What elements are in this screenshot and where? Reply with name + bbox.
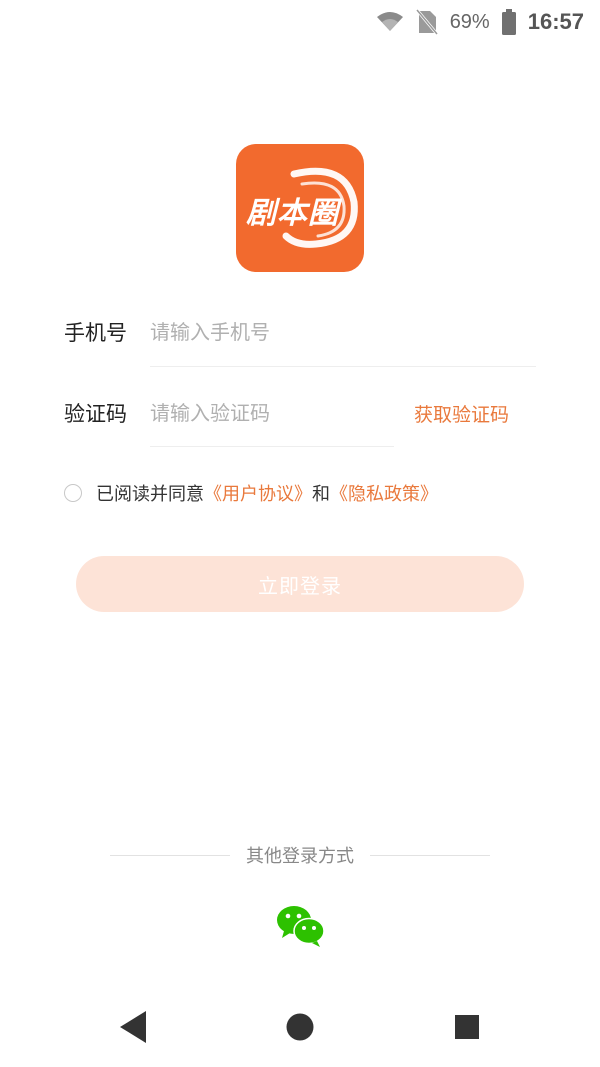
code-input[interactable] xyxy=(150,401,390,425)
agreement-checkbox[interactable] xyxy=(64,484,82,502)
code-divider xyxy=(150,446,394,447)
battery-percentage: 69% xyxy=(449,10,490,33)
status-time: 16:57 xyxy=(527,9,584,34)
wechat-icon xyxy=(277,906,325,947)
privacy-policy-link[interactable]: 《隐私政策》 xyxy=(330,480,438,506)
get-code-button[interactable]: 获取验证码 xyxy=(414,400,509,427)
agreement-prefix: 已阅读并同意 xyxy=(96,484,204,505)
recents-icon[interactable] xyxy=(454,1014,480,1044)
user-agreement-link[interactable]: 《用户协议》 xyxy=(204,480,312,506)
app-logo: 剧本圈 xyxy=(236,144,364,272)
code-row: 验证码 xyxy=(64,393,390,433)
phone-row: 手机号 xyxy=(64,312,520,352)
wifi-icon xyxy=(376,11,404,33)
phone-label: 手机号 xyxy=(64,321,127,345)
other-login-divider: 其他登录方式 xyxy=(110,842,490,868)
agreement-conjunction: 和 xyxy=(312,484,330,505)
phone-input[interactable] xyxy=(150,320,520,344)
divider-line-right xyxy=(370,854,490,856)
battery-icon xyxy=(501,9,516,35)
back-icon[interactable] xyxy=(118,1010,148,1048)
other-login-title: 其他登录方式 xyxy=(246,846,354,867)
status-bar: 69% 16:57 xyxy=(0,0,600,44)
no-sim-icon xyxy=(415,9,438,35)
phone-divider xyxy=(150,366,536,367)
wechat-login-button[interactable] xyxy=(276,904,326,948)
logo-text: 剧本圈 xyxy=(246,196,339,231)
divider-line-left xyxy=(110,854,230,856)
nav-bar xyxy=(0,990,600,1067)
login-button[interactable]: 立即登录 xyxy=(76,556,524,612)
home-icon[interactable] xyxy=(285,1012,315,1046)
agreement-row: 已阅读并同意 《用户协议》 和 《隐私政策》 xyxy=(64,480,438,506)
code-label: 验证码 xyxy=(64,402,127,426)
